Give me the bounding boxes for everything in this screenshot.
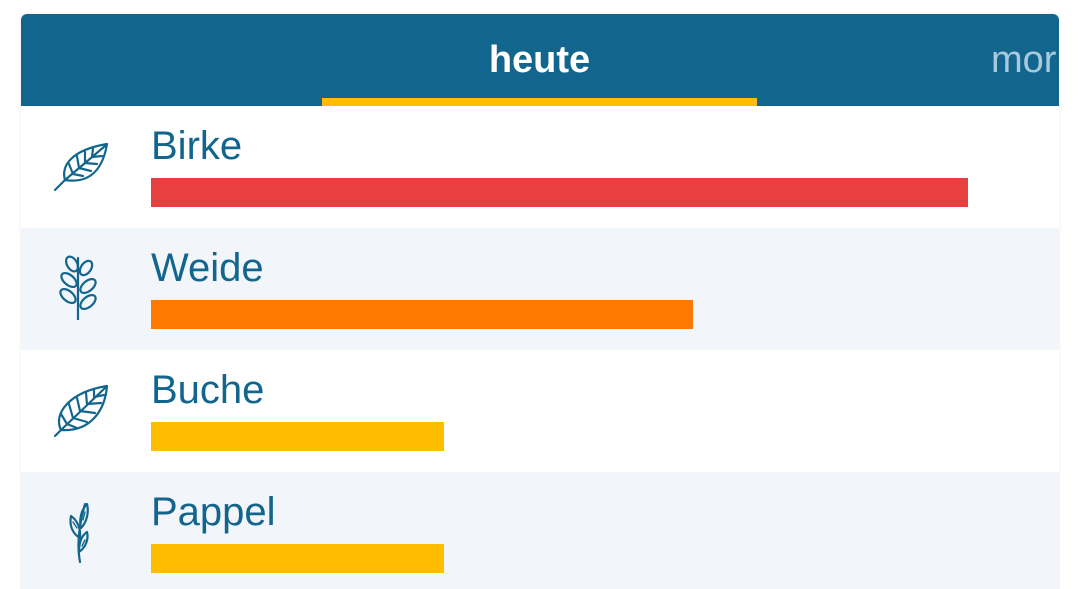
birch-leaf-icon — [47, 132, 113, 198]
pollen-row-buche[interactable]: Buche — [21, 350, 1059, 472]
pollen-level-bar — [151, 178, 968, 207]
active-tab-indicator — [322, 98, 757, 106]
pollen-row-pappel[interactable]: Pappel — [21, 472, 1059, 589]
tab-today[interactable]: heute — [322, 14, 757, 106]
willow-branch-icon — [47, 254, 113, 320]
pollen-level-bar — [151, 300, 693, 329]
pollen-name: Pappel — [151, 490, 276, 534]
pollen-list: Birke Weide Buche Pappel — [21, 106, 1059, 589]
tab-tomorrow[interactable]: mor — [991, 14, 1059, 106]
pollen-name: Weide — [151, 246, 264, 290]
pollen-name: Birke — [151, 124, 243, 168]
pollen-row-weide[interactable]: Weide — [21, 228, 1059, 350]
pollen-row-birke[interactable]: Birke — [21, 106, 1059, 228]
beech-leaf-icon — [47, 376, 113, 442]
pollen-level-bar — [151, 422, 444, 451]
poplar-branch-icon — [47, 498, 113, 564]
pollen-name: Buche — [151, 368, 265, 412]
pollen-level-bar — [151, 544, 444, 573]
pollen-forecast-card: heute mor Birke Weide Buche Pappel — [21, 14, 1059, 589]
day-tab-bar: heute mor — [21, 14, 1059, 106]
